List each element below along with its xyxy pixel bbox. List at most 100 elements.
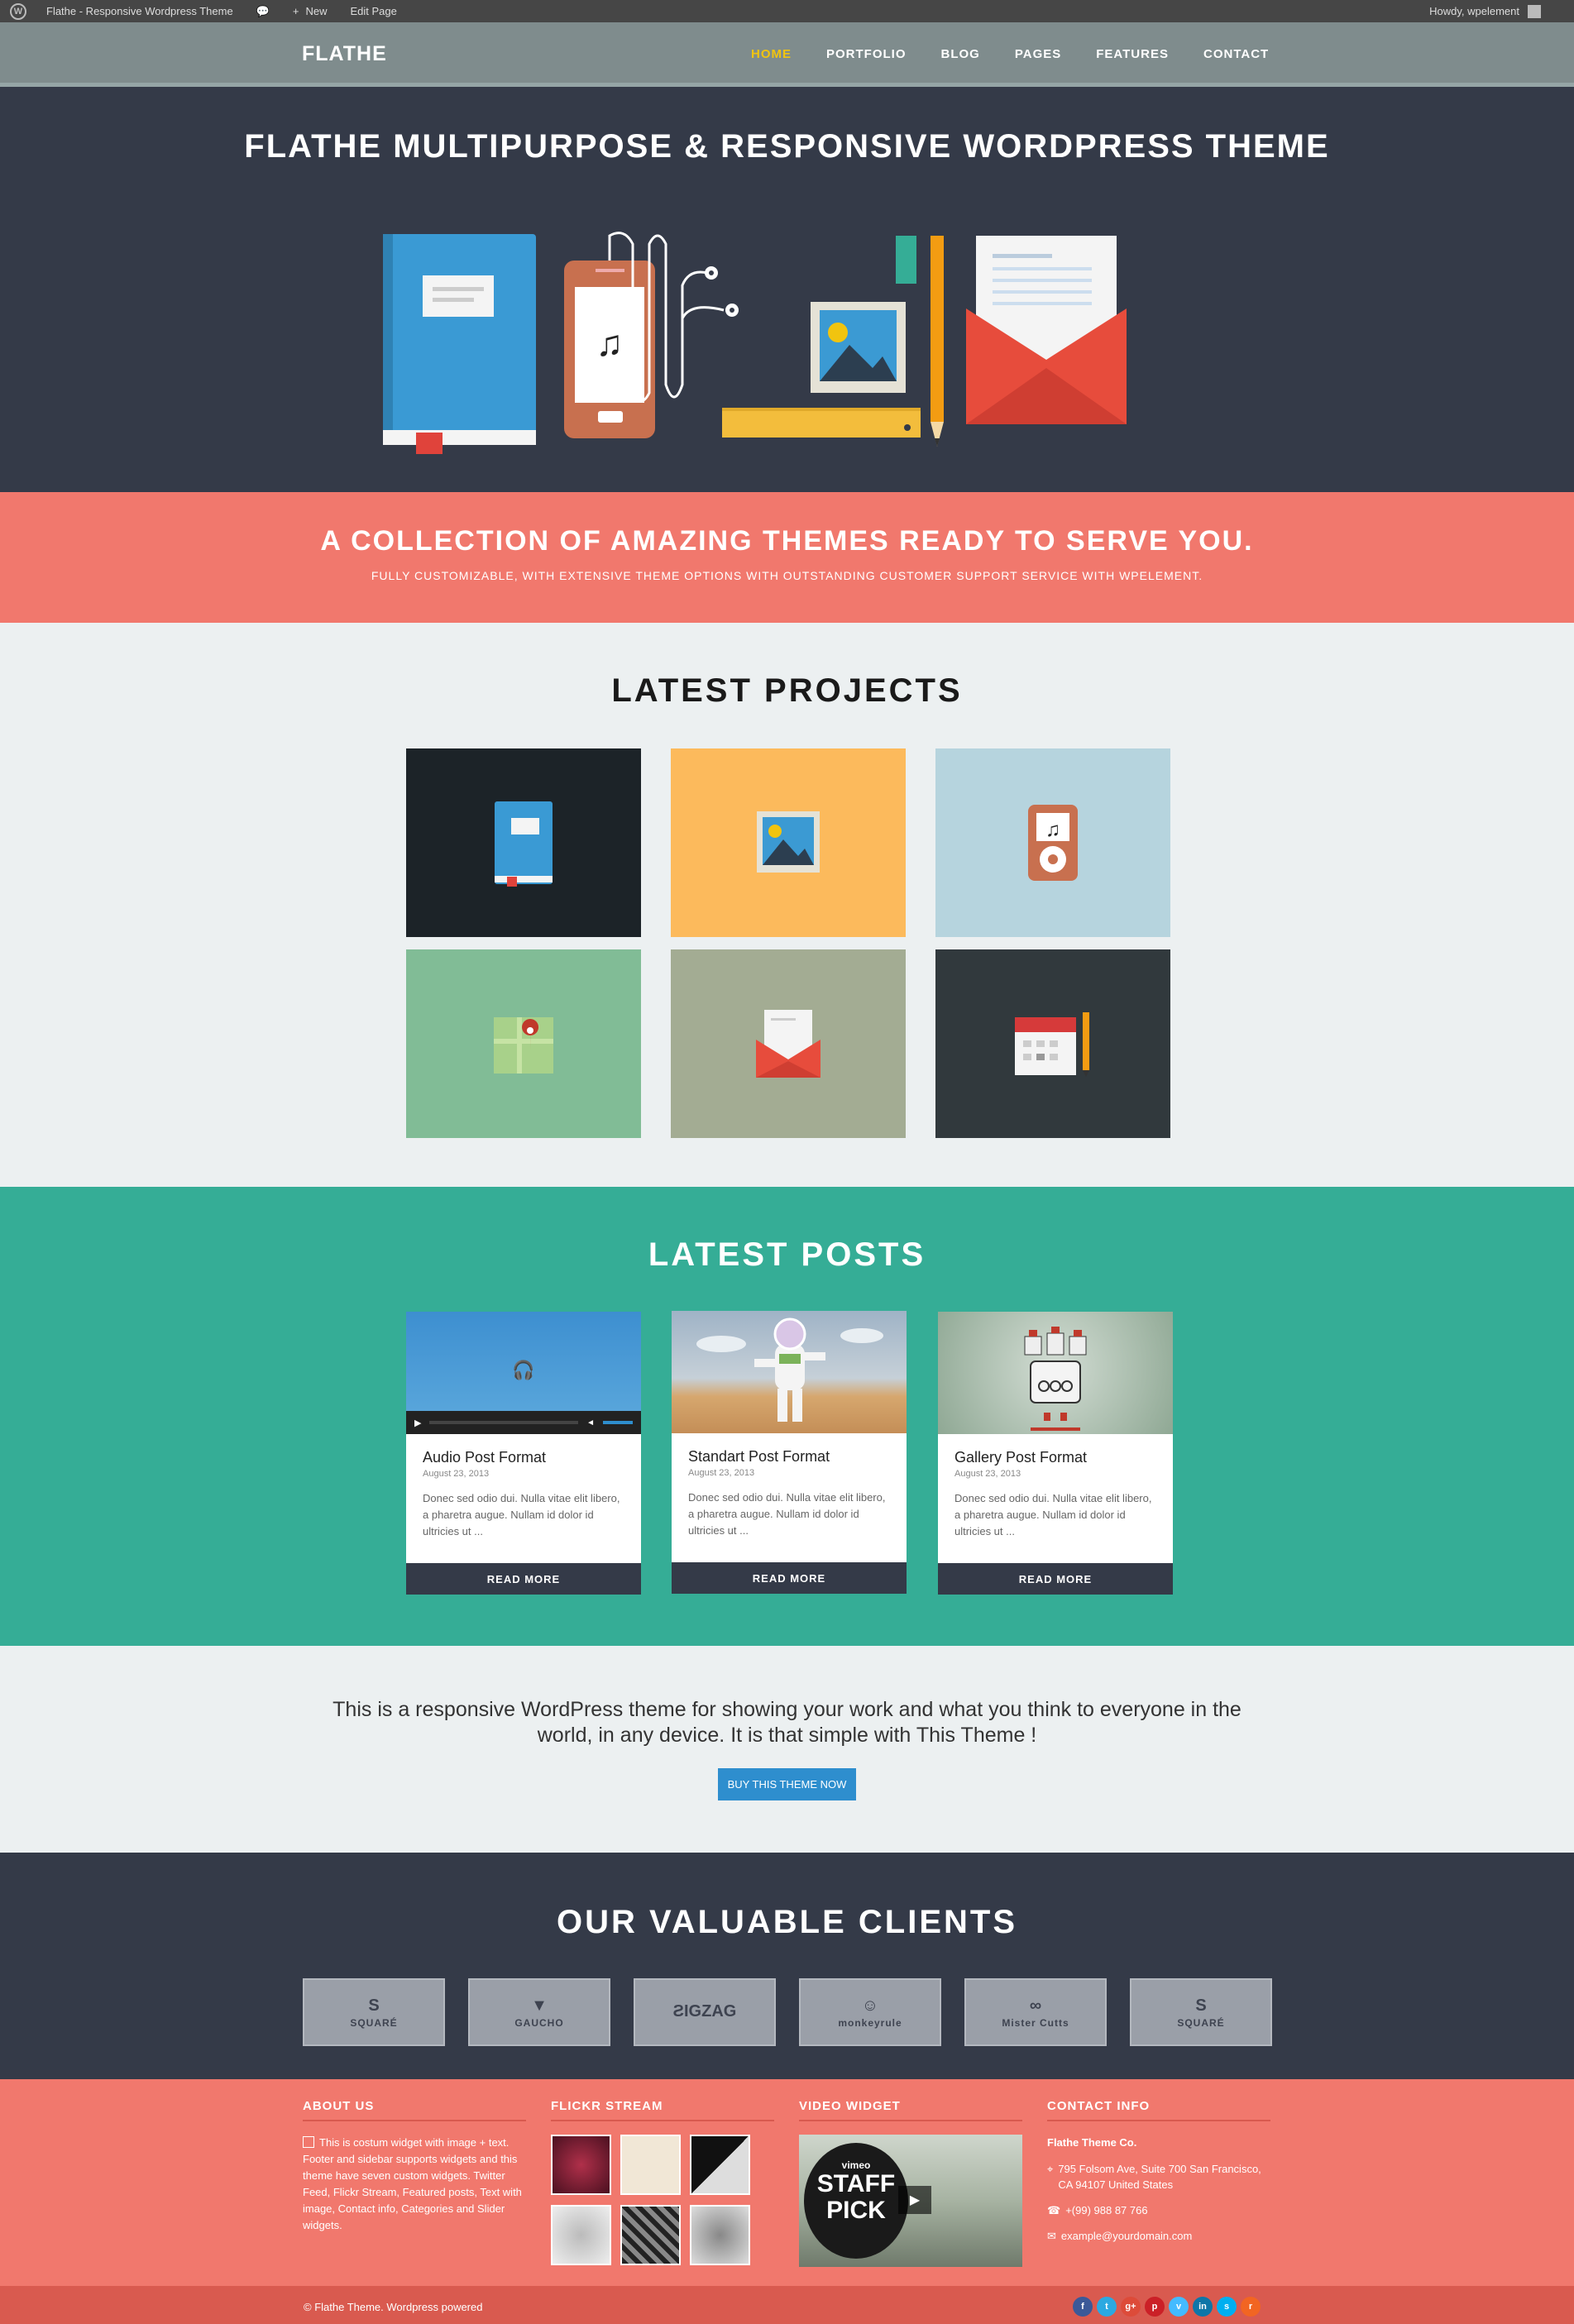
flickr-photo[interactable] — [690, 2205, 750, 2265]
badge-line-1: STAFF — [816, 2170, 896, 2197]
skype-icon[interactable]: s — [1217, 2297, 1237, 2317]
flickr-photo[interactable] — [620, 2205, 681, 2265]
admin-new-button[interactable]: + New — [293, 5, 328, 17]
client-mark: ▼ — [531, 1996, 548, 2015]
rss-icon[interactable]: r — [1241, 2297, 1261, 2317]
pinterest-icon[interactable]: p — [1145, 2297, 1165, 2317]
project-tile-book[interactable] — [406, 748, 641, 937]
project-tile-picture[interactable] — [671, 748, 906, 937]
post-title[interactable]: Audio Post Format — [423, 1449, 624, 1466]
footer-video: VIDEO WIDGET vimeo STAFF PICK ▶ — [799, 2099, 1022, 2267]
video-player[interactable]: vimeo STAFF PICK ▶ — [799, 2135, 1022, 2267]
post-date: August 23, 2013 — [423, 1469, 490, 1479]
project-tile-envelope[interactable] — [671, 949, 906, 1138]
contact-phone: ☎ +(99) 988 87 766 — [1047, 2202, 1270, 2218]
client-logo-gaucho[interactable]: ▼ GAUCHO — [468, 1978, 610, 2046]
tagline-section: A COLLECTION OF AMAZING THEMES READY TO … — [0, 492, 1574, 623]
audio-progress[interactable] — [429, 1421, 579, 1424]
gallery-thumbnail[interactable] — [938, 1312, 1173, 1434]
post-excerpt: Donec sed odio dui. Nulla vitae elit lib… — [423, 1492, 620, 1537]
comments-icon[interactable]: 💬 — [256, 5, 270, 18]
project-tile-map[interactable] — [406, 949, 641, 1138]
footer-bottom-bar: © Flathe Theme. Wordpress powered f t g+ p v… — [0, 2286, 1574, 2324]
footer-contact: CONTACT INFO Flathe Theme Co. ⌖ 795 Folso… — [1047, 2099, 1270, 2244]
post-excerpt: Donec sed odio dui. Nulla vitae elit lib… — [954, 1492, 1152, 1537]
post-title[interactable]: Gallery Post Format — [954, 1449, 1156, 1466]
envelope-icon: ✉ — [1047, 2230, 1056, 2242]
buy-theme-button[interactable]: BUY THIS THEME NOW — [717, 1768, 857, 1800]
cta-text: This is a responsive WordPress theme for… — [333, 1698, 1241, 1747]
post-body: Gallery Post Format August 23, 2013 Done… — [938, 1434, 1173, 1563]
client-logo-square-2[interactable]: S SQUARÉ — [1130, 1978, 1272, 2046]
volume-icon[interactable]: ◄ — [586, 1418, 595, 1427]
vimeo-icon[interactable]: v — [1169, 2297, 1189, 2317]
flickr-photo[interactable] — [551, 2135, 611, 2195]
gallery-illustration — [1024, 1327, 1087, 1431]
client-name: GAUCHO — [514, 2016, 564, 2029]
user-icon: ☎ — [1047, 2204, 1061, 2216]
company-name: Flathe Theme Co. — [1047, 2136, 1137, 2149]
projects-title: LATEST PROJECTS — [611, 672, 963, 709]
admin-account[interactable]: Howdy, wpelement — [1429, 0, 1541, 22]
contact-email[interactable]: ✉ example@yourdomain.com — [1047, 2228, 1270, 2244]
volume-slider[interactable] — [603, 1421, 633, 1424]
tagline-subtitle: FULLY CUSTOMIZABLE, WITH EXTENSIVE THEME… — [371, 569, 1203, 582]
standard-thumbnail[interactable] — [672, 1311, 907, 1433]
client-logo-square[interactable]: S SQUARÉ — [303, 1978, 445, 2046]
music-player-icon: ♫ — [1028, 805, 1078, 881]
admin-bar: W Flathe - Responsive Wordpress Theme 💬 … — [0, 0, 1574, 22]
svg-text:♫: ♫ — [596, 323, 624, 364]
play-button-icon[interactable]: ▶ — [898, 2186, 931, 2214]
admin-site-title[interactable]: Flathe - Responsive Wordpress Theme — [46, 5, 233, 17]
admin-edit-page[interactable]: Edit Page — [350, 5, 396, 17]
clients-title: OUR VALUABLE CLIENTS — [556, 1904, 1018, 1940]
map-icon — [494, 1017, 553, 1074]
audio-thumbnail[interactable]: 🎧 ▶ ◄ — [406, 1312, 641, 1434]
google-plus-icon[interactable]: g+ — [1121, 2297, 1141, 2317]
nav-home[interactable]: HOME — [751, 47, 792, 61]
flickr-photo[interactable] — [620, 2135, 681, 2195]
space-ranger-image — [696, 1317, 883, 1422]
project-tile-calendar[interactable] — [935, 949, 1170, 1138]
read-more-button[interactable]: READ MORE — [672, 1562, 907, 1594]
post-card-audio: 🎧 ▶ ◄ Audio Post Format August 23, 2013 … — [406, 1312, 641, 1595]
audio-player-bar[interactable]: ▶ ◄ — [406, 1411, 641, 1434]
post-excerpt: Donec sed odio dui. Nulla vitae elit lib… — [688, 1491, 886, 1537]
client-logo-mister-cutts[interactable]: ∞ Mister Cutts — [964, 1978, 1107, 2046]
footer-video-heading: VIDEO WIDGET — [799, 2099, 1022, 2121]
client-mark: ☺ — [861, 1996, 879, 2015]
site-logo[interactable]: FLATHE — [302, 42, 387, 66]
post-date: August 23, 2013 — [954, 1469, 1021, 1479]
post-card-gallery: Gallery Post Format August 23, 2013 Done… — [938, 1312, 1173, 1595]
flickr-photo[interactable] — [551, 2205, 611, 2265]
nav-blog[interactable]: BLOG — [941, 47, 980, 61]
hero-section: FLATHE MULTIPURPOSE & RESPONSIVE WORDPRE… — [0, 87, 1574, 492]
post-title[interactable]: Standart Post Format — [688, 1448, 890, 1466]
admin-site-title-label: Flathe - Responsive Wordpress Theme — [46, 5, 233, 17]
wordpress-logo-icon[interactable]: W — [10, 2, 26, 20]
read-more-button[interactable]: READ MORE — [406, 1563, 641, 1595]
copyright-text: © Flathe Theme. Wordpress powered — [304, 2301, 483, 2313]
calendar-icon — [1015, 1012, 1089, 1077]
nav-pages[interactable]: PAGES — [1015, 47, 1061, 61]
flickr-grid — [551, 2135, 774, 2265]
post-card-standard: Standart Post Format August 23, 2013 Don… — [672, 1311, 907, 1594]
admin-edit-label: Edit Page — [350, 5, 397, 17]
tagline-title: A COLLECTION OF AMAZING THEMES READY TO … — [320, 525, 1254, 557]
envelope-icon — [966, 236, 1127, 424]
client-logo-monkeyrule[interactable]: ☺ monkeyrule — [799, 1978, 941, 2046]
twitter-icon[interactable]: t — [1097, 2297, 1117, 2317]
client-name: Mister Cutts — [1002, 2016, 1069, 2029]
nav-features[interactable]: FEATURES — [1096, 47, 1169, 61]
picture-icon — [757, 811, 820, 873]
read-more-button[interactable]: READ MORE — [938, 1563, 1173, 1595]
nav-portfolio[interactable]: PORTFOLIO — [826, 47, 907, 61]
play-icon[interactable]: ▶ — [414, 1418, 421, 1428]
linkedin-icon[interactable]: in — [1193, 2297, 1213, 2317]
facebook-icon[interactable]: f — [1073, 2297, 1093, 2317]
client-logo-zigzag[interactable]: ƧIGZAG — [634, 1978, 776, 2046]
nav-contact[interactable]: CONTACT — [1203, 47, 1269, 61]
flickr-photo[interactable] — [690, 2135, 750, 2195]
project-tile-music-player[interactable]: ♫ — [935, 748, 1170, 937]
address-text: 795 Folsom Ave, Suite 700 San Francisco,… — [1058, 2163, 1261, 2191]
